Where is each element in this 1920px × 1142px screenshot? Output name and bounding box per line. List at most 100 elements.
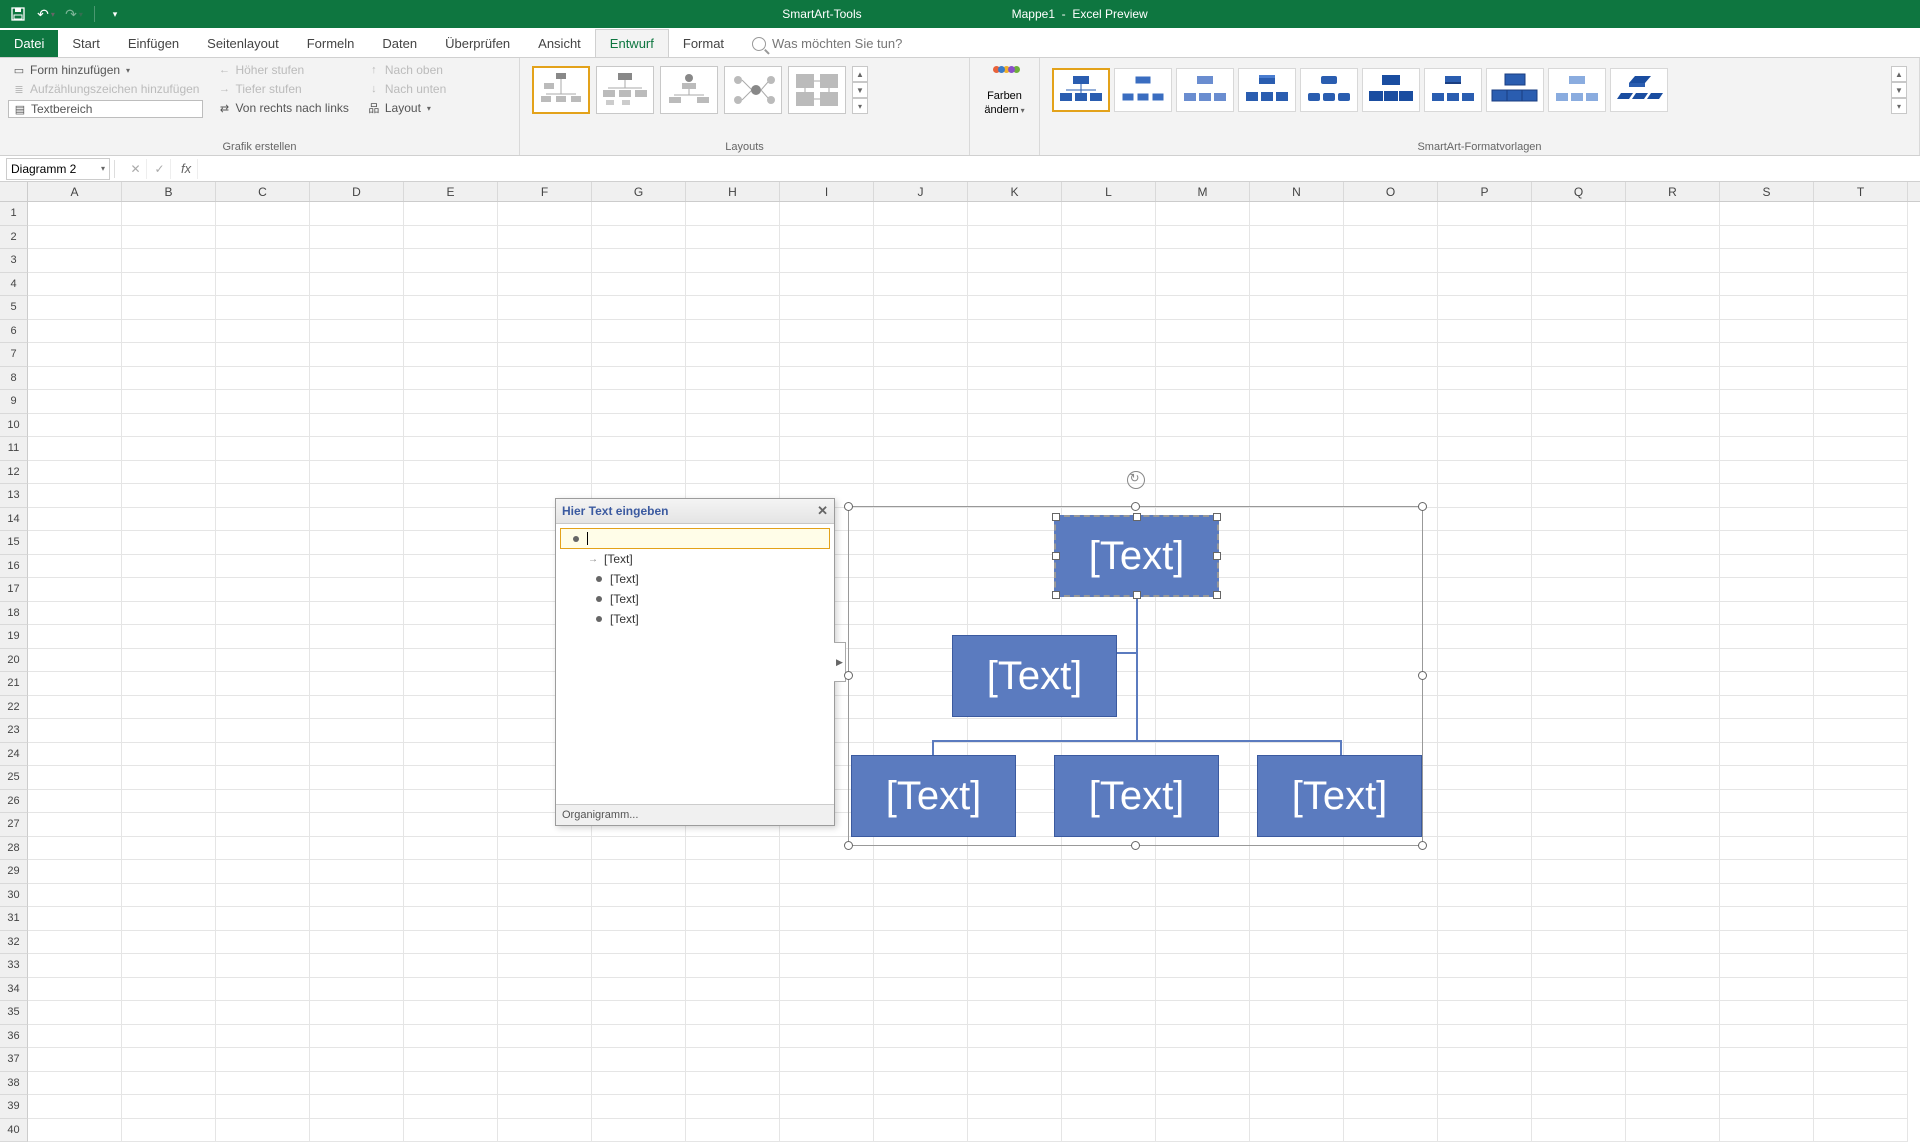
styles-scroll-down[interactable]: ▼ — [1891, 82, 1907, 98]
cell[interactable] — [28, 1001, 122, 1025]
cell[interactable] — [780, 320, 874, 344]
resize-handle[interactable] — [1131, 841, 1140, 850]
cell[interactable] — [498, 1072, 592, 1096]
row-header[interactable]: 37 — [0, 1048, 28, 1072]
cell[interactable] — [592, 907, 686, 931]
column-header[interactable]: O — [1344, 182, 1438, 201]
cell[interactable] — [1156, 1048, 1250, 1072]
fx-icon[interactable]: fx — [181, 161, 191, 176]
cell[interactable] — [122, 555, 216, 579]
cell[interactable] — [404, 672, 498, 696]
cell[interactable] — [1062, 296, 1156, 320]
cell[interactable] — [780, 437, 874, 461]
cell[interactable] — [1814, 931, 1908, 955]
cell[interactable] — [310, 1025, 404, 1049]
column-header[interactable]: L — [1062, 182, 1156, 201]
cell[interactable] — [1532, 226, 1626, 250]
cell[interactable] — [1438, 954, 1532, 978]
cell[interactable] — [28, 1095, 122, 1119]
cell[interactable] — [1626, 484, 1720, 508]
rotate-handle-icon[interactable] — [1127, 471, 1145, 489]
cell[interactable] — [1344, 931, 1438, 955]
cell[interactable] — [1626, 367, 1720, 391]
cell[interactable] — [1626, 1095, 1720, 1119]
style-option-5[interactable] — [1300, 68, 1358, 112]
row-header[interactable]: 34 — [0, 978, 28, 1002]
cell[interactable] — [1532, 1001, 1626, 1025]
cell[interactable] — [874, 907, 968, 931]
cell[interactable] — [1626, 672, 1720, 696]
cell[interactable] — [1344, 884, 1438, 908]
row-header[interactable]: 33 — [0, 954, 28, 978]
cell[interactable] — [1626, 226, 1720, 250]
node-resize-handle[interactable] — [1052, 591, 1060, 599]
cell[interactable] — [780, 1095, 874, 1119]
cell[interactable] — [1062, 1048, 1156, 1072]
cell[interactable] — [1062, 343, 1156, 367]
column-header[interactable]: D — [310, 182, 404, 201]
cell[interactable] — [310, 1072, 404, 1096]
style-option-8[interactable] — [1486, 68, 1544, 112]
cell[interactable] — [310, 696, 404, 720]
cell[interactable] — [1814, 249, 1908, 273]
cell[interactable] — [310, 625, 404, 649]
cell[interactable] — [968, 273, 1062, 297]
cell[interactable] — [1626, 719, 1720, 743]
cell[interactable] — [28, 202, 122, 226]
column-header[interactable]: E — [404, 182, 498, 201]
cell[interactable] — [28, 602, 122, 626]
cell[interactable] — [592, 296, 686, 320]
cell[interactable] — [28, 1119, 122, 1142]
cell[interactable] — [592, 1095, 686, 1119]
cell[interactable] — [1250, 907, 1344, 931]
cell[interactable] — [1720, 414, 1814, 438]
cell[interactable] — [122, 813, 216, 837]
cell[interactable] — [1438, 743, 1532, 767]
node-resize-handle[interactable] — [1052, 513, 1060, 521]
cell[interactable] — [1626, 1119, 1720, 1142]
cell[interactable] — [1438, 672, 1532, 696]
row-header[interactable]: 13 — [0, 484, 28, 508]
cell[interactable] — [1626, 931, 1720, 955]
cell[interactable] — [216, 954, 310, 978]
cell[interactable] — [216, 1119, 310, 1142]
cell[interactable] — [404, 719, 498, 743]
cell[interactable] — [1532, 743, 1626, 767]
cell[interactable] — [686, 390, 780, 414]
cell[interactable] — [1438, 625, 1532, 649]
column-header[interactable]: R — [1626, 182, 1720, 201]
smartart-node-child-2[interactable]: [Text] — [1054, 755, 1219, 837]
cell[interactable] — [1062, 954, 1156, 978]
cell[interactable] — [968, 1048, 1062, 1072]
cell[interactable] — [1626, 273, 1720, 297]
column-header[interactable]: P — [1438, 182, 1532, 201]
cell[interactable] — [310, 273, 404, 297]
cell[interactable] — [1250, 931, 1344, 955]
row-header[interactable]: 15 — [0, 531, 28, 555]
cell[interactable] — [404, 531, 498, 555]
style-option-3[interactable] — [1176, 68, 1234, 112]
row-header[interactable]: 19 — [0, 625, 28, 649]
cell[interactable] — [968, 860, 1062, 884]
cell[interactable] — [968, 296, 1062, 320]
cell[interactable] — [1250, 1001, 1344, 1025]
cell[interactable] — [1156, 367, 1250, 391]
cell[interactable] — [1814, 602, 1908, 626]
cell[interactable] — [780, 461, 874, 485]
cell[interactable] — [216, 884, 310, 908]
cell[interactable] — [1344, 273, 1438, 297]
close-icon[interactable]: ✕ — [817, 503, 828, 519]
cell[interactable] — [1250, 484, 1344, 508]
cell[interactable] — [1532, 884, 1626, 908]
cell[interactable] — [1344, 1119, 1438, 1142]
cell[interactable] — [122, 320, 216, 344]
cell[interactable] — [780, 249, 874, 273]
cell[interactable] — [310, 790, 404, 814]
cell[interactable] — [1438, 978, 1532, 1002]
cell[interactable] — [1720, 1048, 1814, 1072]
undo-icon[interactable]: ↶▾ — [36, 4, 56, 24]
text-pane-item-1[interactable] — [560, 528, 830, 549]
cell[interactable] — [1814, 1119, 1908, 1142]
cell[interactable] — [1062, 884, 1156, 908]
cell[interactable] — [216, 672, 310, 696]
